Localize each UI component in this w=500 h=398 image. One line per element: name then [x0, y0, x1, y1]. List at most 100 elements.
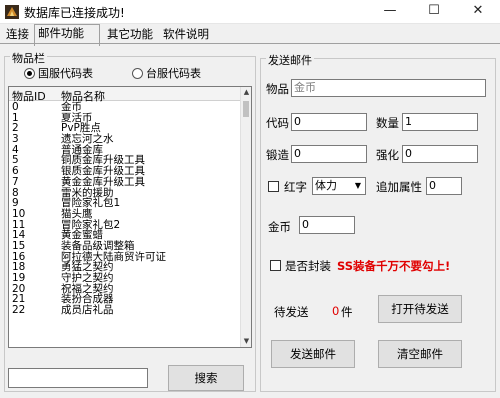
list-item[interactable]: 2 PvP胜点: [9, 123, 241, 134]
item-id: 9: [12, 197, 19, 210]
tab-divider: [0, 43, 500, 44]
item-id: 20: [12, 282, 26, 295]
extra-attr-field[interactable]: 0: [426, 177, 462, 195]
search-input[interactable]: [8, 368, 148, 388]
search-button[interactable]: 搜索: [168, 365, 244, 391]
item-id: 7: [12, 175, 19, 188]
item-name: 铜质金库升级工具: [61, 154, 145, 167]
chevron-down-icon: ▼: [354, 181, 362, 190]
items-group-title: 物品栏: [10, 50, 47, 66]
item-name: 猫头鹰: [61, 207, 93, 220]
item-id: 10: [12, 207, 26, 220]
item-name: 银质金库升级工具: [61, 165, 145, 178]
list-item[interactable]: 16 阿拉德大陆商贸许可证: [9, 250, 241, 263]
list-body: 0 金币 1 夏活币 2 PvP胜点 3 遗忘河之水 4 普通金库 5 铜质金库升级工具 6 银质金库升级…: [9, 102, 241, 316]
list-item[interactable]: 11 冒险家礼包2: [9, 218, 241, 231]
radio-national-label: 国服代码表: [38, 67, 93, 80]
list-item[interactable]: 10 猫头鹰: [9, 209, 241, 220]
item-name: 装扮合成器: [61, 293, 114, 306]
item-id: 14: [12, 229, 26, 242]
strengthen-field[interactable]: 0: [402, 145, 478, 163]
maximize-button[interactable]: ☐: [412, 0, 456, 24]
radio-unselected-icon: [132, 68, 143, 79]
item-id: 21: [12, 293, 26, 306]
item-name: 装备品级调整箱: [61, 239, 135, 252]
item-name-field: 金币: [291, 79, 486, 97]
list-item[interactable]: 9 冒险家礼包1: [9, 198, 241, 209]
item-id: 16: [12, 250, 26, 263]
pending-count: 0: [332, 304, 340, 318]
red-text-select-value: 体力: [315, 179, 337, 192]
tab-connect[interactable]: 连接: [3, 26, 32, 44]
list-item[interactable]: 22 成员店礼品: [9, 305, 241, 316]
item-id: 19: [12, 272, 26, 284]
item-name: 冒险家礼包1: [61, 197, 121, 210]
gold-label: 金币: [268, 220, 291, 234]
item-id: 4: [12, 143, 19, 156]
mail-group-title: 发送邮件: [266, 52, 314, 68]
list-scrollbar[interactable]: ▲ ▼: [240, 87, 251, 347]
item-name: 金币: [61, 101, 82, 113]
pending-label: 待发送: [274, 305, 309, 319]
scroll-thumb[interactable]: [243, 101, 249, 117]
item-name: PvP胜点: [61, 122, 101, 135]
seal-warning: SS装备千万不要勾上!: [337, 259, 451, 273]
item-name: 成员店礼品: [61, 304, 114, 317]
forge-field[interactable]: 0: [291, 145, 367, 163]
list-item[interactable]: 3 遗忘河之水: [9, 134, 241, 145]
send-mail-button[interactable]: 发送邮件: [271, 340, 355, 368]
code-label: 代码: [266, 116, 289, 130]
item-name: 守护之契约: [61, 272, 114, 284]
close-button[interactable]: ✕: [456, 0, 500, 24]
radio-taiwan-code[interactable]: 台服代码表: [132, 67, 201, 81]
radio-selected-icon: [24, 68, 35, 79]
app-icon: [5, 5, 19, 19]
title-bar: 数据库已连接成功! — ☐ ✕: [0, 0, 500, 24]
item-id: 8: [12, 186, 19, 199]
list-item[interactable]: 18 勇猛之契约: [9, 262, 241, 273]
item-id: 2: [12, 122, 19, 135]
item-name: 黄金蜜蜡: [61, 229, 103, 242]
forge-label: 锻造: [266, 148, 289, 162]
list-item[interactable]: 20 祝福之契约: [9, 282, 241, 295]
minimize-button[interactable]: —: [368, 0, 412, 24]
item-name: 雷米的援助: [61, 186, 114, 199]
list-item[interactable]: 0 金币: [9, 102, 241, 113]
extra-attr-label: 追加属性: [376, 180, 422, 194]
list-item[interactable]: 1 夏活币: [9, 111, 241, 124]
item-name: 夏活币: [61, 111, 93, 124]
red-text-checkbox[interactable]: [268, 181, 279, 192]
seal-checkbox[interactable]: [270, 260, 281, 271]
list-item[interactable]: 8 雷米的援助: [9, 186, 241, 199]
item-id: 11: [12, 218, 26, 231]
radio-national-code[interactable]: 国服代码表: [24, 67, 93, 81]
strengthen-label: 强化: [376, 148, 399, 162]
list-item[interactable]: 7 黄金金库升级工具: [9, 177, 241, 188]
gold-field[interactable]: 0: [299, 216, 355, 234]
list-item[interactable]: 19 守护之契约: [9, 273, 241, 284]
pending-unit: 件: [341, 305, 353, 319]
item-name: 黄金金库升级工具: [61, 175, 145, 188]
red-text-label: 红字: [284, 180, 307, 194]
quantity-label: 数量: [376, 116, 399, 130]
list-header: 物品ID 物品名称: [9, 87, 241, 103]
item-id: 5: [12, 154, 19, 167]
item-name: 遗忘河之水: [61, 133, 114, 146]
item-id: 3: [12, 133, 19, 146]
item-id: 0: [12, 101, 19, 113]
item-id: 1: [12, 111, 19, 124]
scroll-down-icon[interactable]: ▼: [241, 336, 251, 347]
tab-help[interactable]: 软件说明: [160, 26, 212, 44]
window-title: 数据库已连接成功!: [24, 6, 125, 20]
scroll-up-icon[interactable]: ▲: [241, 87, 251, 98]
red-text-select[interactable]: 体力 ▼: [312, 177, 366, 195]
item-name: 勇猛之契约: [61, 261, 114, 274]
item-id: 6: [12, 165, 19, 178]
quantity-field[interactable]: 1: [402, 113, 478, 131]
code-field[interactable]: 0: [291, 113, 367, 131]
open-pending-button[interactable]: 打开待发送: [378, 295, 462, 323]
list-item[interactable]: 21 装扮合成器: [9, 294, 241, 305]
items-list[interactable]: 物品ID 物品名称 0 金币 1 夏活币 2 PvP胜点 3 遗忘河之水 4 普通金库 5 铜质金库升…: [8, 86, 252, 348]
clear-mail-button[interactable]: 清空邮件: [378, 340, 462, 368]
tab-other[interactable]: 其它功能: [104, 26, 156, 44]
